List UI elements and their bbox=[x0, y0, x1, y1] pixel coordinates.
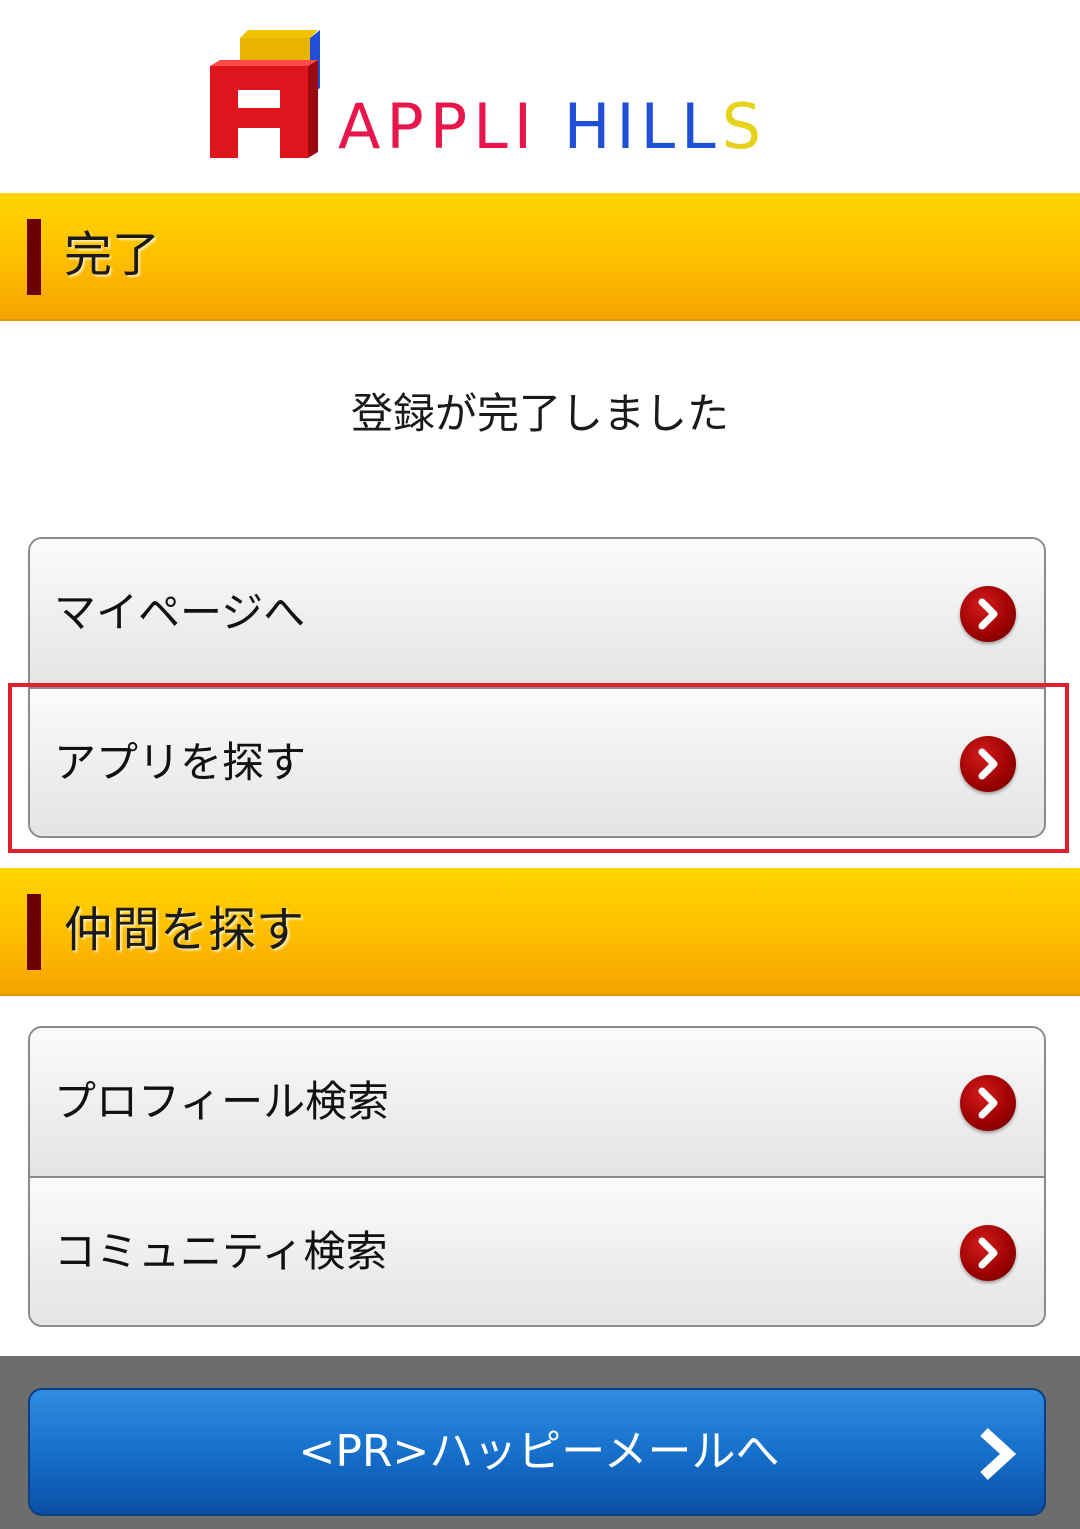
logo-a-icon bbox=[210, 30, 320, 158]
chevron-right-icon bbox=[960, 1225, 1016, 1281]
section-title-complete: 完了 bbox=[64, 227, 161, 283]
logo-text-s: S bbox=[721, 90, 768, 163]
community-search-button[interactable]: コミュニティ検索 bbox=[30, 1176, 1044, 1324]
chevron-right-icon bbox=[960, 1075, 1016, 1131]
section-marker bbox=[27, 219, 41, 295]
mypage-button[interactable]: マイページへ bbox=[30, 539, 1044, 687]
mypage-button-label: マイページへ bbox=[54, 588, 306, 637]
logo-text-hill: HILL bbox=[563, 90, 722, 163]
pr-happymail-label: <PR>ハッピーメールへ bbox=[298, 1426, 780, 1477]
chevron-right-icon bbox=[960, 586, 1016, 642]
section-marker bbox=[27, 894, 41, 970]
chevron-right-icon bbox=[972, 1426, 1022, 1486]
header: APPLI HILLS bbox=[0, 0, 1080, 193]
section-title-find-friends: 仲間を探す bbox=[64, 902, 305, 958]
logo-wordmark: APPLI HILLS bbox=[338, 96, 767, 158]
logo-text-appli: APPLI bbox=[338, 90, 539, 163]
pr-happymail-button[interactable]: <PR>ハッピーメールへ bbox=[28, 1388, 1046, 1516]
search-button-group: プロフィール検索 コミュニティ検索 bbox=[28, 1026, 1046, 1327]
profile-search-button[interactable]: プロフィール検索 bbox=[30, 1028, 1044, 1176]
profile-search-label: プロフィール検索 bbox=[54, 1077, 390, 1126]
section-header-find-friends: 仲間を探す bbox=[0, 868, 1080, 996]
section-header-complete: 完了 bbox=[0, 193, 1080, 321]
highlight-box bbox=[8, 683, 1069, 853]
registration-complete-message: 登録が完了しました bbox=[350, 389, 729, 438]
appli-hills-logo[interactable]: APPLI HILLS bbox=[200, 28, 880, 168]
footer: <PR>ハッピーメールへ bbox=[0, 1356, 1080, 1529]
community-search-label: コミュニティ検索 bbox=[54, 1227, 388, 1276]
